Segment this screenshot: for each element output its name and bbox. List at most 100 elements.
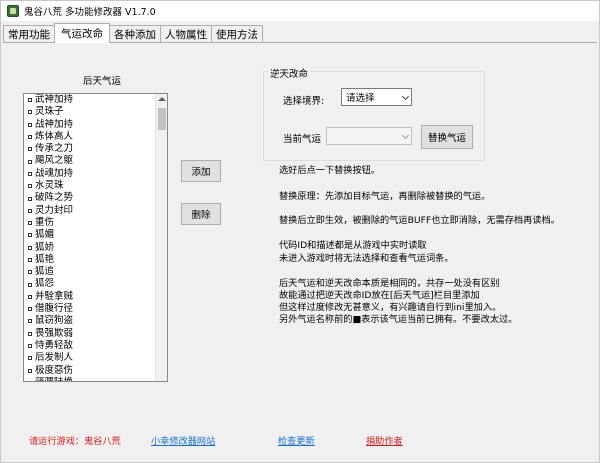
- title-bar: 鬼谷八荒 多功能修改器 V1.7.0: [1, 1, 599, 21]
- square-bullet-icon: [28, 135, 32, 140]
- list-item-label: 借腹行径: [35, 303, 74, 315]
- list-item-label: 炼体高人: [35, 130, 74, 142]
- replace-fortune-button[interactable]: 替换气运: [421, 125, 473, 149]
- tab-fortune[interactable]: 气运改命: [54, 23, 110, 43]
- add-button[interactable]: 添加: [181, 160, 221, 182]
- square-bullet-icon: [28, 294, 32, 299]
- list-item[interactable]: 狐媚: [24, 229, 167, 241]
- list-item[interactable]: 灵珠子: [24, 106, 167, 118]
- list-item-label: 武神加持: [35, 94, 74, 105]
- square-bullet-icon: [28, 307, 32, 312]
- list-item[interactable]: 战魂加持: [24, 168, 167, 180]
- list-item-label: 狐媚: [35, 229, 55, 241]
- list-item[interactable]: 传承之刀: [24, 143, 167, 155]
- square-bullet-icon: [28, 196, 32, 201]
- list-item-label: 重伤: [35, 216, 55, 228]
- list-item-label: 后发制人: [35, 352, 74, 364]
- square-bullet-icon: [28, 331, 32, 336]
- main-window: 鬼谷八荒 多功能修改器 V1.7.0 常用功能 气运改命 各种添加 人物属性 使…: [0, 0, 600, 463]
- fate-group-title: 逆天改命: [268, 66, 311, 80]
- list-item-label: 驿骡陆换: [35, 377, 73, 381]
- info-line: 替换原理：先添加目标气运，再删除被替换的气运。: [279, 191, 491, 202]
- list-item[interactable]: 狐怨: [24, 278, 167, 290]
- list-item[interactable]: 战神加持: [24, 119, 167, 131]
- current-fortune-label: 当前气运: [283, 134, 322, 145]
- info-line: 另外气运名称前的■表示该气运当前已拥有。不要改太过。: [279, 314, 518, 325]
- chevron-down-icon: [401, 92, 410, 101]
- list-item-label: 灵珠子: [35, 106, 64, 118]
- list-item-label: 狐追: [35, 266, 55, 278]
- list-item[interactable]: 破阵之势: [24, 192, 167, 204]
- delete-button[interactable]: 删除: [181, 203, 221, 225]
- list-item[interactable]: 恃勇轻敌: [24, 340, 167, 352]
- realm-select-value: 请选择: [346, 93, 375, 104]
- list-item[interactable]: 极度惡伤: [24, 365, 167, 377]
- donate-link[interactable]: 捐助作者: [366, 433, 403, 447]
- info-line: 但这样过度修改无甚意义，有兴趣请自行到ini里加入。: [279, 302, 502, 313]
- window-title: 鬼谷八荒 多功能修改器 V1.7.0: [24, 7, 156, 18]
- square-bullet-icon: [28, 184, 32, 189]
- square-bullet-icon: [28, 245, 32, 250]
- list-item[interactable]: 飓风之躯: [24, 155, 167, 167]
- info-line: 故能通过把逆天改命ID放在[后天气运]栏目里添加: [279, 290, 480, 301]
- site-link[interactable]: 小幸修改器网站: [151, 433, 215, 447]
- info-line: 后天气运和逆天改命本质是相同的，共存一处没有区别: [279, 278, 500, 289]
- list-item[interactable]: 水灵珠: [24, 180, 167, 192]
- realm-select[interactable]: 请选择: [341, 88, 412, 106]
- list-item[interactable]: 炼体高人: [24, 131, 167, 143]
- realm-label: 选择境界:: [283, 96, 325, 107]
- list-item[interactable]: 重伤: [24, 217, 167, 229]
- list-item[interactable]: 狐艳: [24, 254, 167, 266]
- square-bullet-icon: [28, 122, 32, 127]
- square-bullet-icon: [28, 171, 32, 176]
- list-item-label: 战神加持: [35, 118, 74, 130]
- list-item[interactable]: 并駩拿贼: [24, 291, 167, 303]
- square-bullet-icon: [28, 221, 32, 226]
- tab-add-items[interactable]: 各种添加: [109, 25, 161, 43]
- chevron-down-icon: [401, 131, 410, 140]
- list-item[interactable]: 鼠窃狗盗: [24, 315, 167, 327]
- run-game-status: 请运行游戏：鬼谷八荒: [29, 436, 121, 447]
- list-item-label: 恃勇轻敌: [35, 339, 74, 351]
- info-line: 替换后立即生效，被删除的气运BUFF也立即消除，无需存档再读档。: [279, 215, 560, 226]
- list-item-label: 灵力封印: [35, 204, 74, 216]
- list-item[interactable]: 后发制人: [24, 352, 167, 364]
- list-item[interactable]: 灵力封印: [24, 205, 167, 217]
- list-item-label: 传承之刀: [35, 143, 74, 155]
- app-icon: [7, 5, 19, 17]
- tab-common[interactable]: 常用功能: [3, 25, 55, 43]
- list-item[interactable]: 狐娇: [24, 242, 167, 254]
- scroll-up-icon[interactable]: [158, 97, 166, 101]
- list-item-label: 狐娇: [35, 241, 55, 253]
- list-item[interactable]: 借腹行径: [24, 303, 167, 315]
- fortune-listbox[interactable]: 武神加持 灵珠子 战神加持 炼体高人 传承之刀 飓风之躯 战魂加持 水灵珠 破阵之势 灵力封印 重伤…: [23, 93, 168, 382]
- square-bullet-icon: [28, 98, 32, 103]
- list-item-label: 破阵之势: [35, 192, 74, 204]
- scroll-thumb[interactable]: [158, 108, 166, 130]
- fortune-list-label: 后天气运: [83, 76, 122, 87]
- square-bullet-icon: [28, 159, 32, 164]
- list-item[interactable]: 畏强欺弱: [24, 328, 167, 340]
- square-bullet-icon: [28, 319, 32, 324]
- square-bullet-icon: [28, 258, 32, 262]
- list-item-label: 鼠窃狗盗: [35, 315, 74, 327]
- info-line: 选好后点一下替换按钮。: [279, 165, 381, 176]
- info-line: 代码ID和描述都是从游戏中实时读取: [279, 240, 427, 251]
- list-item-label: 飓风之躯: [35, 155, 74, 167]
- tab-attributes[interactable]: 人物属性: [160, 25, 212, 43]
- square-bullet-icon: [28, 282, 32, 287]
- current-fortune-select[interactable]: [326, 127, 412, 145]
- tab-usage[interactable]: 使用方法: [211, 25, 263, 43]
- list-item-label: 狐艳: [35, 253, 55, 265]
- list-item[interactable]: 狐追: [24, 266, 167, 278]
- list-item-label: 并駩拿贼: [35, 290, 74, 302]
- list-item[interactable]: 驿骡陆换: [24, 377, 167, 381]
- check-update-link[interactable]: 检查更新: [278, 433, 315, 447]
- square-bullet-icon: [28, 147, 32, 152]
- list-item-label: 战魂加持: [35, 167, 74, 179]
- list-item[interactable]: 武神加持: [24, 94, 167, 106]
- square-bullet-icon: [28, 368, 32, 373]
- square-bullet-icon: [28, 356, 32, 361]
- list-scrollbar[interactable]: [155, 94, 167, 381]
- tab-strip: 常用功能 气运改命 各种添加 人物属性 使用方法: [3, 23, 263, 43]
